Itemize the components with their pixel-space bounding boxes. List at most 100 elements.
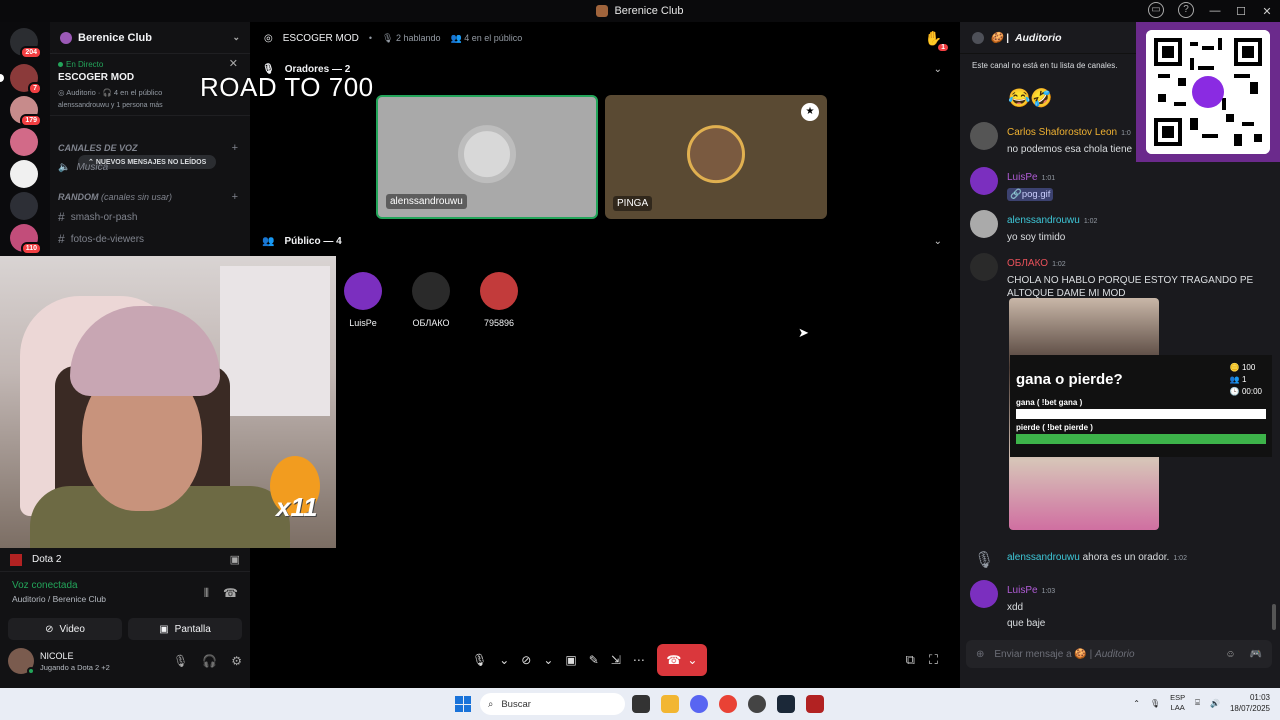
speaker-name: alenssandrouwu bbox=[386, 194, 467, 209]
server-icon[interactable] bbox=[10, 128, 38, 156]
message-input[interactable]: ⊕ Enviar mensaje a 🍪 | Auditorio ☺ 🎮 bbox=[966, 640, 1272, 668]
dota-icon[interactable] bbox=[806, 695, 824, 713]
avatar bbox=[687, 125, 745, 184]
speaker-tile[interactable]: ★ PINGA bbox=[605, 95, 827, 219]
close-icon[interactable]: ✕ bbox=[229, 57, 238, 70]
network-icon[interactable]: ⌸ bbox=[1195, 698, 1200, 708]
search-box[interactable]: ⌕ Buscar bbox=[480, 693, 625, 715]
avatar bbox=[970, 253, 998, 281]
task-view-icon[interactable] bbox=[632, 695, 650, 713]
stage-icon: ◎ bbox=[264, 32, 273, 44]
server-icon[interactable]: 7 bbox=[0, 64, 42, 95]
channel-smash-or-pash[interactable]: # smash-or-pash bbox=[58, 210, 137, 224]
chevron-down-icon[interactable]: ⌄ bbox=[934, 236, 942, 247]
poll-bar bbox=[1016, 434, 1266, 444]
discord-icon[interactable] bbox=[690, 695, 708, 713]
webcam-overlay: x11 bbox=[0, 256, 336, 548]
emoji-icon[interactable]: ☺ bbox=[1225, 649, 1235, 660]
clock[interactable]: 01:03 18/07/2025 bbox=[1230, 692, 1270, 714]
disconnect-icon[interactable]: ☎ bbox=[223, 586, 238, 601]
stage-controls: 🎙 ⌄ ⊘ ⌄ ▣ ✎ ⇲ ⋯ ☎ ⌄ bbox=[472, 644, 707, 676]
chat-message: LuisPe 1:03 xdd que baje bbox=[970, 580, 1055, 630]
fullscreen-icon[interactable]: ⛶ bbox=[929, 652, 938, 668]
obs-icon[interactable] bbox=[748, 695, 766, 713]
scrollbar[interactable] bbox=[1272, 604, 1276, 630]
activity-icon[interactable]: ✎ bbox=[589, 653, 599, 667]
file-explorer-icon[interactable] bbox=[661, 695, 679, 713]
chevron-up-icon[interactable]: ⌃ bbox=[1133, 699, 1140, 708]
channel-sidebar: Berenice Club ⌄ ✕ En Directo ESCOGER MOD… bbox=[50, 22, 250, 256]
chat-message: Carlos Shaforostov Leon 1:0 no podemos esa… bbox=[970, 122, 1132, 156]
start-button[interactable] bbox=[455, 696, 471, 712]
guild-header[interactable]: Berenice Club ⌄ bbox=[50, 22, 250, 54]
hash-icon: # bbox=[58, 210, 65, 224]
video-off-icon[interactable]: ⊘ bbox=[521, 653, 531, 667]
mention-badge: 110 bbox=[20, 242, 42, 255]
inbox-icon[interactable]: ▭ bbox=[1148, 2, 1164, 18]
video-button[interactable]: ⊘ Video bbox=[8, 618, 122, 640]
mic-icon[interactable]: 🎙 bbox=[472, 653, 487, 667]
close-button[interactable]: ✕ bbox=[1254, 5, 1280, 18]
add-attachment-icon[interactable]: ⊕ bbox=[976, 649, 984, 660]
volume-icon[interactable]: 🔊 bbox=[1210, 699, 1220, 708]
audience-member[interactable]: LuisPe bbox=[338, 272, 388, 328]
audience-member[interactable]: ОБЛАКО bbox=[406, 272, 456, 328]
avatar[interactable] bbox=[8, 648, 35, 675]
activity-row[interactable]: Dota 2 ▣ bbox=[0, 548, 250, 572]
speaker-tile[interactable]: alenssandrouwu bbox=[376, 95, 598, 219]
stage-title: ESCOGER MOD bbox=[282, 32, 359, 44]
gamepad-icon[interactable]: 🎮 bbox=[1250, 649, 1262, 660]
system-tray: ⌃ 🎙 ESP LAA ⌸ 🔊 01:03 18/07/2025 bbox=[1133, 692, 1270, 714]
add-channel-icon[interactable]: + bbox=[232, 191, 238, 203]
soundboard-icon[interactable]: ⦀ bbox=[204, 586, 209, 601]
server-icon[interactable] bbox=[10, 192, 38, 220]
speaking-count: 🎙 2 hablando bbox=[382, 32, 441, 43]
server-icon[interactable]: 110 bbox=[10, 224, 42, 255]
category-random[interactable]: RANDOM (canales sin usar) bbox=[58, 192, 172, 202]
server-icon[interactable] bbox=[10, 160, 38, 188]
minimize-button[interactable]: — bbox=[1202, 5, 1228, 17]
maximize-button[interactable]: ☐ bbox=[1228, 5, 1254, 18]
gear-icon[interactable]: ⚙ bbox=[231, 654, 242, 668]
more-icon[interactable]: ⋯ bbox=[633, 653, 645, 667]
user-info[interactable]: NICOLE Jugando a Dota 2 +2 🎙 🎧 ⚙ bbox=[0, 640, 250, 675]
channel-musica[interactable]: 🔈 Musica bbox=[58, 162, 108, 173]
raised-hand-icon[interactable]: ✋ 1 bbox=[925, 30, 948, 51]
avatar bbox=[970, 210, 998, 238]
mic-icon[interactable]: 🎙 bbox=[1150, 699, 1160, 708]
channel-fotos-de-viewers[interactable]: # fotos-de-viewers bbox=[58, 232, 144, 246]
audience-header[interactable]: 👥 Público — 4 bbox=[262, 236, 342, 247]
attachment-link[interactable]: 🔗pog.gif bbox=[1007, 188, 1054, 201]
chevron-down-icon[interactable]: ⌄ bbox=[232, 32, 240, 43]
poll-stats: 🪙 100 👥 1 🕒 00:00 bbox=[1229, 363, 1262, 396]
home-button[interactable]: 204 bbox=[10, 28, 42, 59]
chevron-down-icon[interactable]: ⌄ bbox=[543, 653, 553, 667]
chevron-down-icon[interactable]: ⌄ bbox=[934, 64, 942, 75]
mention-badge: 204 bbox=[20, 46, 42, 59]
screen-share-icon[interactable]: ▣ bbox=[565, 653, 576, 667]
taskbar: ⌕ Buscar ⌃ 🎙 ESP LAA ⌸ 🔊 01:03 18/07/2025 bbox=[0, 688, 1280, 720]
mention-badge: 7 bbox=[28, 82, 42, 95]
audience-member[interactable]: 795896 bbox=[474, 272, 524, 328]
mic-icon[interactable]: 🎙 bbox=[173, 654, 188, 668]
headphones-icon[interactable]: 🎧 bbox=[202, 654, 217, 668]
live-indicator: En Directo bbox=[58, 60, 242, 69]
leave-stage-button[interactable]: ☎ ⌄ bbox=[656, 644, 707, 676]
screen-share-icon[interactable]: ▣ bbox=[230, 553, 240, 566]
move-to-audience-icon[interactable]: ⇲ bbox=[611, 653, 621, 667]
screen-button[interactable]: ▣ Pantalla bbox=[128, 618, 242, 640]
chevron-down-icon[interactable]: ⌄ bbox=[499, 653, 509, 667]
chrome-icon[interactable] bbox=[719, 695, 737, 713]
server-icon[interactable]: 179 bbox=[10, 96, 42, 127]
steam-icon[interactable] bbox=[777, 695, 795, 713]
category-voice[interactable]: CANALES DE VOZ bbox=[58, 143, 138, 153]
language-indicator[interactable]: ESP LAA bbox=[1170, 693, 1185, 713]
add-channel-icon[interactable]: + bbox=[232, 142, 238, 154]
moderator-icon: ★ bbox=[801, 103, 819, 121]
combo-sticker: x11 bbox=[276, 492, 318, 522]
chevron-down-icon: ⌄ bbox=[687, 653, 698, 667]
avatar bbox=[970, 580, 998, 608]
chat-message: ОБЛАКО 1:02 CHOLA NO HABLO PORQUE ESTOY TR… bbox=[970, 253, 1257, 300]
popout-icon[interactable]: ⧉ bbox=[906, 652, 915, 668]
help-icon[interactable]: ? bbox=[1178, 2, 1194, 18]
